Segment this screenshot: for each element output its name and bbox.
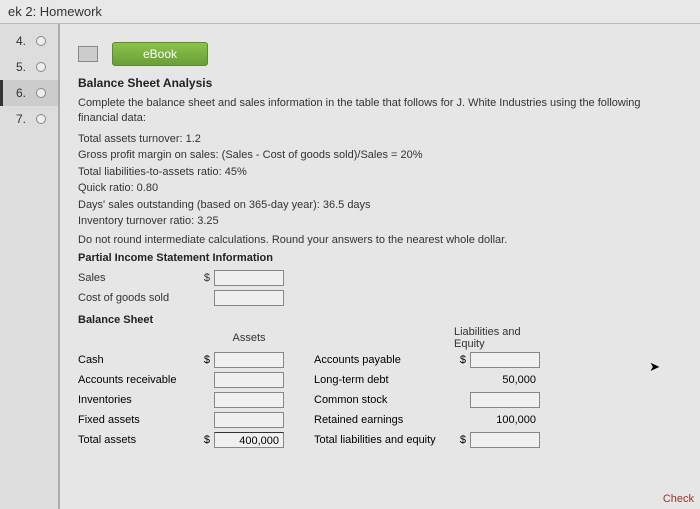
- dollar-sign: $: [198, 272, 210, 284]
- financial-data-line: Total assets turnover: 1.2: [78, 131, 682, 148]
- ebook-icon[interactable]: [78, 46, 98, 62]
- status-dot-icon: [36, 62, 46, 72]
- sidebar-item-6[interactable]: 6.: [0, 80, 58, 106]
- financial-data-line: Gross profit margin on sales: (Sales - C…: [78, 147, 682, 164]
- cash-label: Cash: [78, 354, 198, 366]
- dollar-sign: $: [198, 434, 210, 446]
- total-le-label: Total liabilities and equity: [314, 434, 454, 446]
- re-value: 100,000: [470, 414, 540, 426]
- inv-input[interactable]: [214, 392, 284, 408]
- dollar-sign: $: [454, 354, 466, 366]
- re-label: Retained earnings: [314, 414, 454, 426]
- assets-header: Assets: [214, 332, 284, 344]
- financial-data-line: Inventory turnover ratio: 3.25: [78, 213, 682, 230]
- cogs-input[interactable]: [214, 290, 284, 306]
- ap-input[interactable]: [470, 352, 540, 368]
- bs-heading: Balance Sheet: [78, 314, 682, 326]
- ltd-value: 50,000: [470, 374, 540, 386]
- ebook-button[interactable]: eBook: [112, 42, 208, 66]
- sidebar-num: 4.: [8, 34, 26, 48]
- rounding-note: Do not round intermediate calculations. …: [78, 234, 682, 246]
- ar-label: Accounts receivable: [78, 374, 198, 386]
- check-button[interactable]: Check: [663, 493, 694, 505]
- sales-label: Sales: [78, 272, 198, 284]
- section-title: Balance Sheet Analysis: [78, 76, 682, 90]
- financial-data-line: Total liabilities-to-assets ratio: 45%: [78, 164, 682, 181]
- status-dot-icon: [36, 88, 46, 98]
- dollar-sign: $: [198, 354, 210, 366]
- sidebar-item-7[interactable]: 7.: [0, 106, 58, 132]
- sidebar-num: 5.: [8, 60, 26, 74]
- instructions: Complete the balance sheet and sales inf…: [78, 96, 682, 127]
- dollar-sign: $: [454, 434, 466, 446]
- financial-data-line: Quick ratio: 0.80: [78, 180, 682, 197]
- total-assets-value: 400,000: [214, 432, 284, 448]
- question-sidebar: 4. 5. 6. 7.: [0, 24, 60, 509]
- page-header: ek 2: Homework: [0, 0, 700, 24]
- cs-input[interactable]: [470, 392, 540, 408]
- fixed-input[interactable]: [214, 412, 284, 428]
- header-title: ek 2: Homework: [8, 4, 102, 19]
- cogs-label: Cost of goods sold: [78, 292, 198, 304]
- ltd-label: Long-term debt: [314, 374, 454, 386]
- total-assets-label: Total assets: [78, 434, 198, 446]
- inv-label: Inventories: [78, 394, 198, 406]
- status-dot-icon: [36, 114, 46, 124]
- content-area: eBook Balance Sheet Analysis Complete th…: [60, 24, 700, 509]
- toolbar: eBook: [78, 42, 682, 66]
- ap-label: Accounts payable: [314, 354, 454, 366]
- total-le-input[interactable]: [470, 432, 540, 448]
- sidebar-num: 7.: [8, 112, 26, 126]
- sales-input[interactable]: [214, 270, 284, 286]
- sidebar-item-5[interactable]: 5.: [0, 54, 58, 80]
- status-dot-icon: [36, 36, 46, 46]
- ar-input[interactable]: [214, 372, 284, 388]
- cursor-icon: ➤: [649, 359, 660, 375]
- pis-heading: Partial Income Statement Information: [78, 252, 682, 264]
- cash-input[interactable]: [214, 352, 284, 368]
- financial-data-line: Days' sales outstanding (based on 365-da…: [78, 197, 682, 214]
- liab-header: Liabilities and Equity: [454, 326, 540, 350]
- fixed-label: Fixed assets: [78, 414, 198, 426]
- cs-label: Common stock: [314, 394, 454, 406]
- sidebar-item-4[interactable]: 4.: [0, 28, 58, 54]
- sidebar-num: 6.: [8, 86, 26, 100]
